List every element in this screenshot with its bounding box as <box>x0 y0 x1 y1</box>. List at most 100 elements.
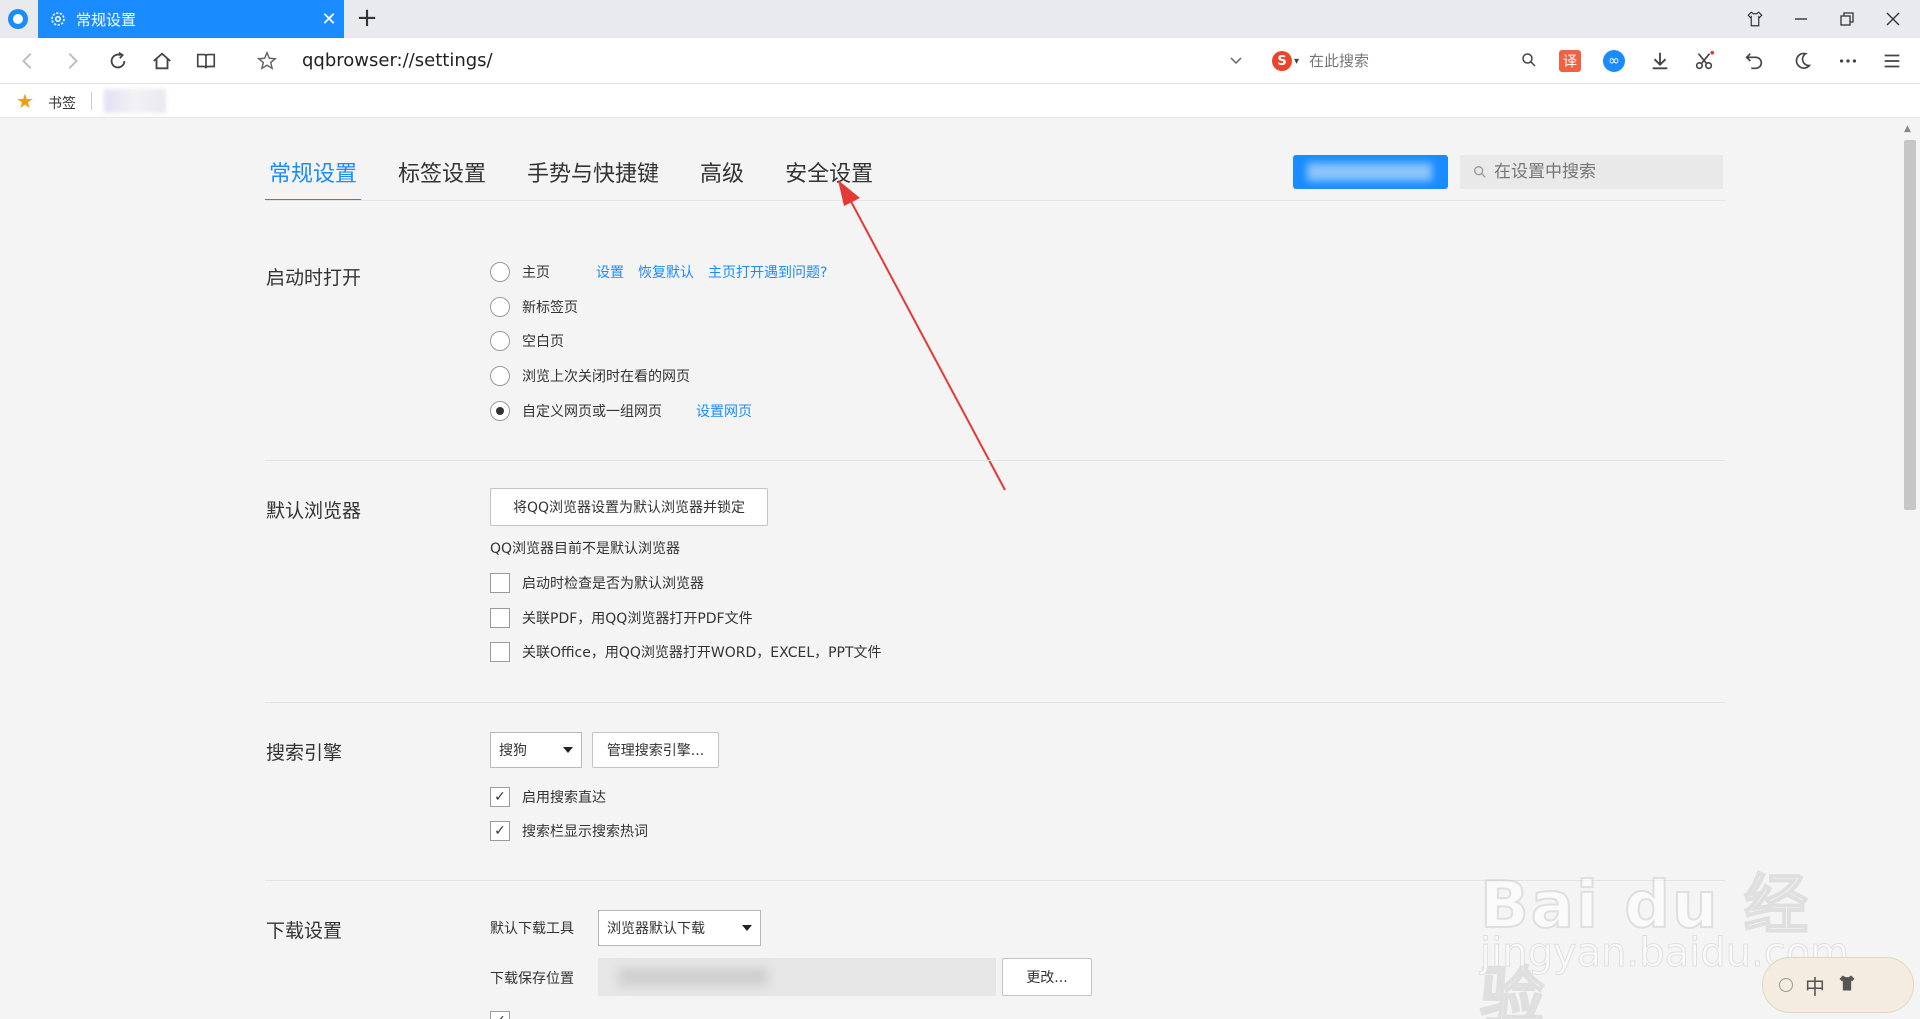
download-icon[interactable] <box>1644 45 1676 77</box>
section-search-engine-title: 搜索引擎 <box>266 742 343 764</box>
check-download-partial[interactable]: ✓ <box>490 1010 522 1019</box>
download-tool-label: 默认下载工具 <box>490 921 574 937</box>
manage-search-engines-button[interactable]: 管理搜索引擎... <box>592 732 719 768</box>
bookmark-star-icon[interactable] <box>251 45 283 77</box>
default-browser-status: QQ浏览器目前不是默认浏览器 <box>490 541 681 557</box>
check-associate-office[interactable]: 关联Office，用QQ浏览器打开WORD，EXCEL，PPT文件 <box>490 641 882 663</box>
home-button[interactable] <box>146 45 178 77</box>
qq-browser-logo-icon[interactable] <box>4 6 32 32</box>
change-location-button[interactable]: 更改... <box>1002 958 1092 996</box>
minimize-button[interactable] <box>1778 0 1824 38</box>
more-dots-icon[interactable] <box>1832 45 1864 77</box>
ime-dot-icon <box>1779 978 1793 992</box>
new-tab-button[interactable]: + <box>352 4 382 34</box>
restore-button[interactable] <box>1824 0 1870 38</box>
search-box[interactable]: S ▾ <box>1272 46 1538 76</box>
download-tool-select[interactable]: 浏览器默认下载 <box>598 910 761 946</box>
ime-chinese-label[interactable]: 中 <box>1805 971 1825 1000</box>
radio-button[interactable] <box>490 366 510 386</box>
bookmark-item-blurred[interactable] <box>104 89 166 113</box>
checkbox[interactable] <box>490 642 510 662</box>
startup-option-last-session[interactable]: 浏览上次关闭时在看的网页 <box>490 365 690 387</box>
navigation-toolbar: qqbrowser://settings/ S ▾ 译 ∞ <box>0 38 1920 84</box>
ime-toolbar[interactable]: 中 <box>1762 957 1914 1013</box>
close-window-button[interactable] <box>1870 0 1916 38</box>
skin-shirt-icon[interactable] <box>1732 0 1778 38</box>
download-path-field[interactable] <box>598 958 996 996</box>
divider <box>265 702 1725 703</box>
divider <box>91 92 92 110</box>
reload-button[interactable] <box>102 45 134 77</box>
scroll-up-arrow-icon[interactable]: ▲ <box>1904 124 1911 134</box>
checkbox[interactable] <box>490 573 510 593</box>
tab-general-settings[interactable]: 常规设置 <box>265 156 362 201</box>
sogou-logo-icon[interactable]: S <box>1272 51 1292 71</box>
restore-default-link[interactable]: 恢复默认 <box>638 262 694 282</box>
divider <box>265 460 1725 461</box>
night-mode-moon-icon[interactable] <box>1786 45 1818 77</box>
check-associate-pdf[interactable]: 关联PDF，用QQ浏览器打开PDF文件 <box>490 607 753 629</box>
tab-close-icon[interactable]: ✕ <box>314 9 344 30</box>
translate-icon[interactable]: 译 <box>1554 45 1586 77</box>
reader-book-icon[interactable] <box>190 45 222 77</box>
checkbox-checked[interactable]: ✓ <box>490 1011 510 1019</box>
tab-strip: 常规设置 ✕ + <box>0 0 1920 38</box>
scissors-icon[interactable] <box>1688 45 1720 77</box>
search-icon <box>1474 166 1486 178</box>
tab-gestures-shortcuts[interactable]: 手势与快捷键 <box>523 156 663 201</box>
caret-down-icon[interactable]: ▾ <box>1294 56 1299 67</box>
search-input[interactable] <box>1309 52 1500 70</box>
checkbox-checked[interactable]: ✓ <box>490 821 510 841</box>
check-search-direct[interactable]: ✓ 启用搜索直达 <box>490 786 606 808</box>
check-hot-words[interactable]: ✓ 搜索栏显示搜索热词 <box>490 820 648 842</box>
address-bar[interactable]: qqbrowser://settings/ <box>302 47 1252 75</box>
ime-skin-shirt-icon[interactable] <box>1837 973 1857 998</box>
vertical-scrollbar[interactable]: ▲ <box>1900 118 1920 1019</box>
section-startup-title: 启动时打开 <box>266 267 362 289</box>
startup-option-newtab[interactable]: 新标签页 <box>490 296 578 318</box>
infinity-icon[interactable]: ∞ <box>1598 45 1630 77</box>
tab-label-settings[interactable]: 标签设置 <box>394 156 490 201</box>
annotation-arrow <box>838 180 1006 491</box>
checkbox-checked[interactable]: ✓ <box>490 787 510 807</box>
section-download-title: 下载设置 <box>266 920 343 942</box>
divider <box>265 880 1725 881</box>
home-problem-link[interactable]: 主页打开遇到问题? <box>708 262 827 282</box>
scroll-thumb[interactable] <box>1904 140 1916 510</box>
settings-search[interactable] <box>1460 155 1723 189</box>
startup-option-blank[interactable]: 空白页 <box>490 330 564 352</box>
star-icon: ★ <box>16 89 34 113</box>
radio-button[interactable] <box>490 331 510 351</box>
back-button[interactable] <box>12 45 44 77</box>
radio-button-selected[interactable] <box>490 401 510 421</box>
startup-option-home[interactable]: 主页 设置 恢复默认 主页打开遇到问题? <box>490 261 827 283</box>
caret-down-icon <box>563 747 573 753</box>
search-engine-select[interactable]: 搜狗 <box>490 732 582 768</box>
settings-search-input[interactable] <box>1494 162 1714 182</box>
checkbox[interactable] <box>490 608 510 628</box>
tab-settings[interactable]: 常规设置 ✕ <box>38 0 344 38</box>
section-default-browser-title: 默认浏览器 <box>266 500 362 522</box>
tab-advanced[interactable]: 高级 <box>696 156 748 201</box>
tab-title: 常规设置 <box>76 10 137 29</box>
gear-icon <box>48 9 68 29</box>
undo-close-icon[interactable] <box>1738 45 1770 77</box>
home-settings-link[interactable]: 设置 <box>596 262 624 282</box>
startup-option-custom[interactable]: 自定义网页或一组网页 设置网页 <box>490 400 752 422</box>
menu-icon[interactable] <box>1876 45 1908 77</box>
bookmarks-label[interactable]: 书签 <box>48 93 76 113</box>
user-account-button[interactable] <box>1293 155 1448 189</box>
download-location-label: 下载保存位置 <box>490 971 574 987</box>
bookmarks-bar: ★ 书签 <box>0 84 1920 118</box>
set-default-browser-button[interactable]: 将QQ浏览器设置为默认浏览器并锁定 <box>490 488 768 526</box>
settings-nav: 常规设置 标签设置 手势与快捷键 高级 安全设置 <box>265 156 910 201</box>
search-icon[interactable] <box>1520 51 1538 73</box>
radio-button[interactable] <box>490 297 510 317</box>
forward-button[interactable] <box>56 45 88 77</box>
caret-down-icon <box>742 925 752 931</box>
set-pages-link[interactable]: 设置网页 <box>696 401 752 421</box>
settings-page: 常规设置 标签设置 手势与快捷键 高级 安全设置 启动时打开 主页 设置 恢复默… <box>0 118 1900 1019</box>
radio-button[interactable] <box>490 262 510 282</box>
check-startup-default[interactable]: 启动时检查是否为默认浏览器 <box>490 572 704 594</box>
chevron-down-icon[interactable] <box>1228 52 1248 72</box>
